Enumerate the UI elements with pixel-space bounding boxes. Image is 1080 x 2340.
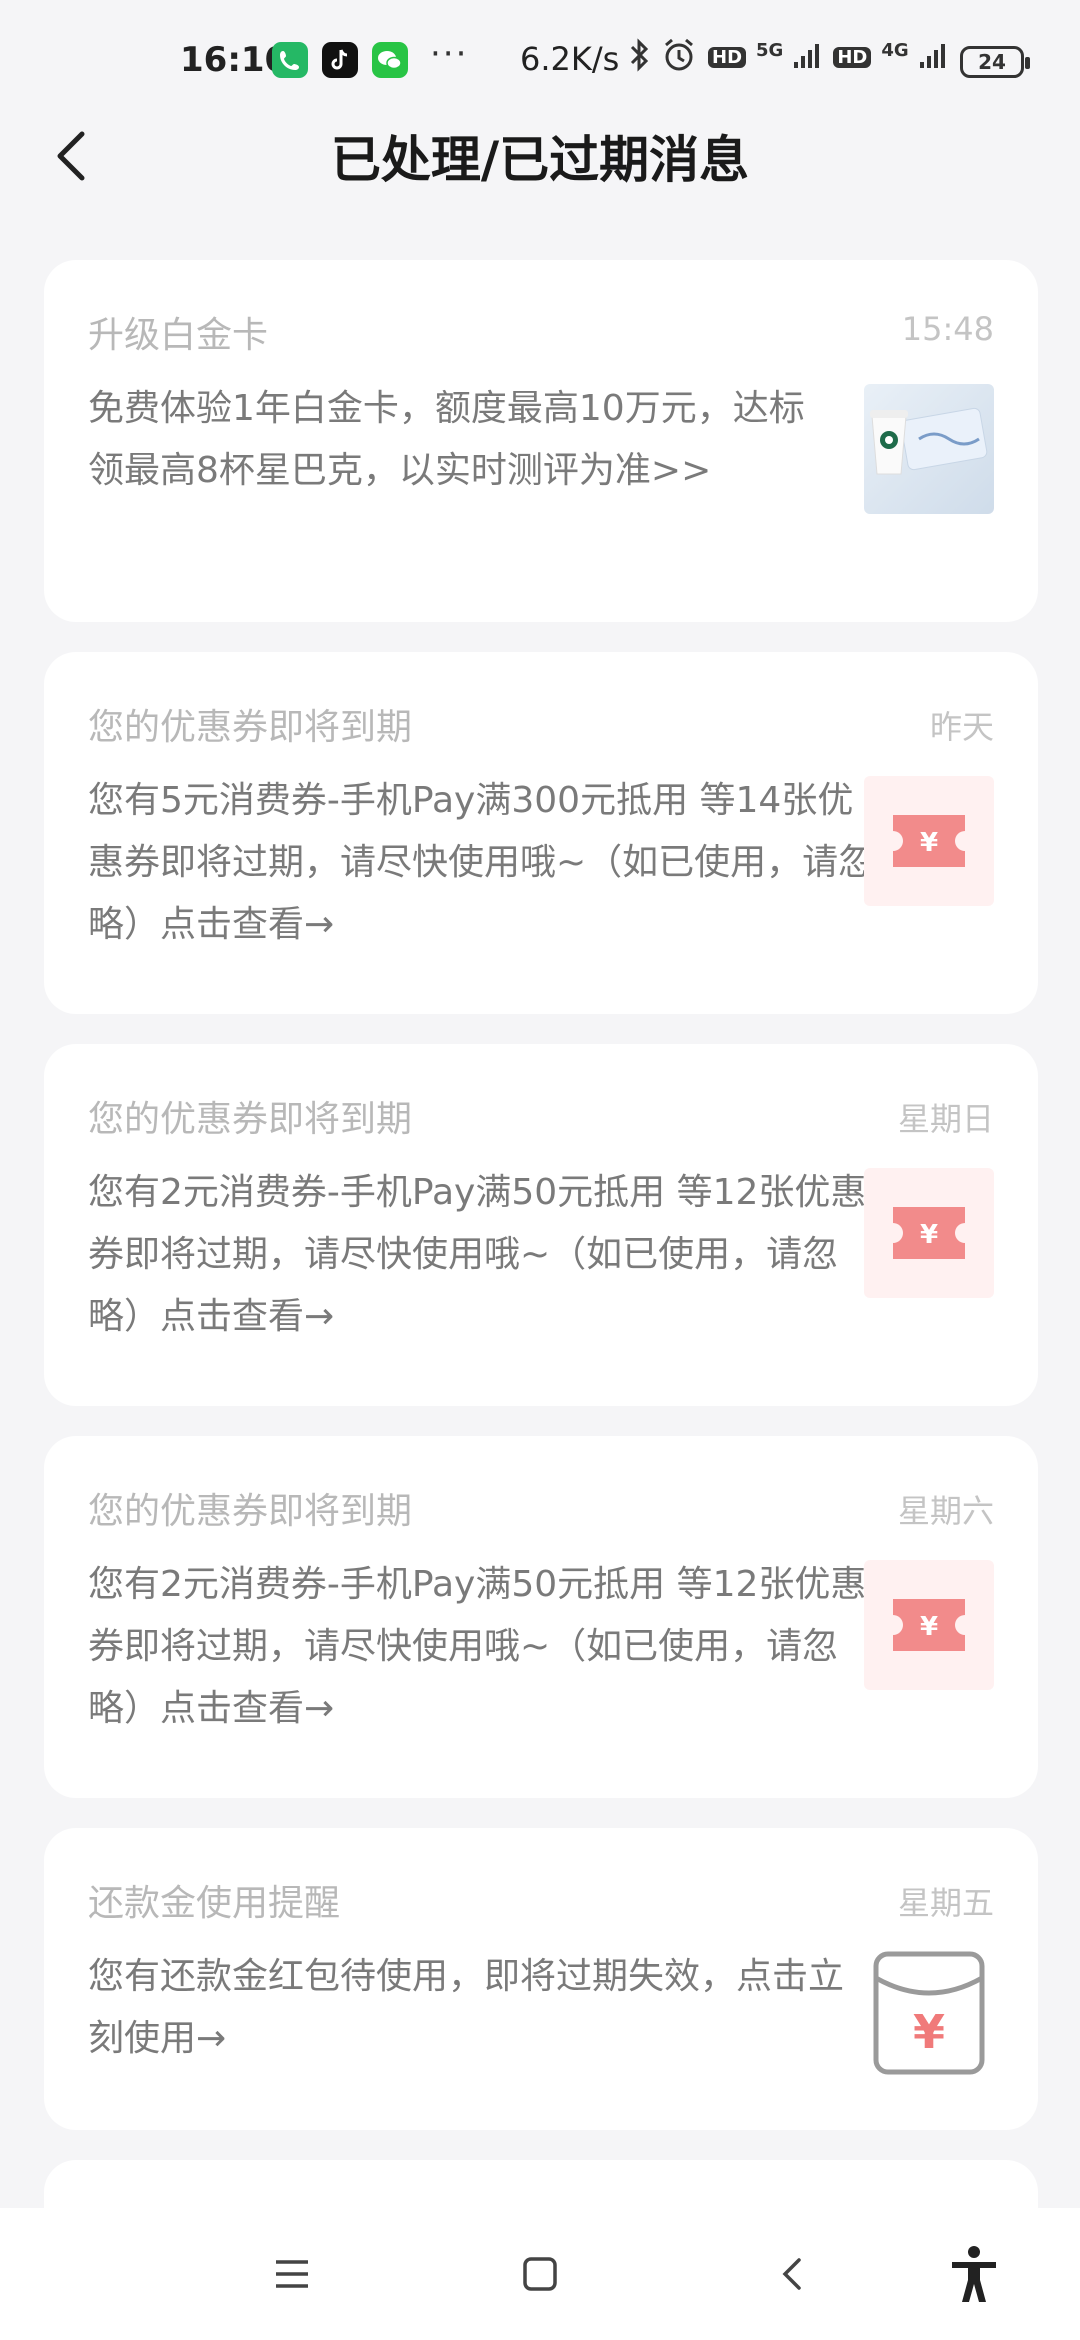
message-body: 您有还款金红包待使用，即将过期失效，点击立刻使用→ (88, 1956, 845, 2059)
network-speed: 6.2K/s (520, 40, 620, 78)
message-card[interactable]: 您的优惠券即将到期 昨天 您有5元消费券-手机Pay满300元抵用 等14张优惠… (44, 652, 1038, 1014)
message-title: 您的优惠券即将到期 (88, 1099, 413, 1140)
navigation-bar (0, 2208, 1080, 2340)
page-title: 已处理/已过期消息 (330, 131, 750, 189)
battery-indicator: 24 (960, 46, 1030, 78)
menu-icon (276, 2260, 308, 2288)
network-type-4g: 4G (881, 39, 909, 61)
message-body: 您有5元消费券-手机Pay满300元抵用 等14张优惠券即将过期，请尽快使用哦~… (88, 780, 875, 945)
message-time: 星期日 (897, 1100, 994, 1138)
hd-badge: HD (708, 46, 747, 68)
svg-text:¥: ¥ (920, 828, 938, 858)
red-envelope-icon: ¥ (864, 1948, 994, 2078)
signal-icon-1 (793, 40, 823, 74)
message-body: 免费体验1年白金卡，额度最高10万元，达标领最高8杯星巴克，以实时测评为准>> (88, 388, 805, 491)
bluetooth-icon (628, 37, 650, 77)
accessibility-icon (952, 2246, 996, 2302)
message-card[interactable]: 您的优惠券即将到期 星期日 您有2元消费券-手机Pay满50元抵用 等12张优惠… (44, 1044, 1038, 1406)
coupon-icon: ¥ (864, 1168, 994, 1298)
starbucks-card-image (864, 384, 994, 514)
home-square-icon (523, 2257, 557, 2291)
more-notifications-dots: ··· (430, 34, 469, 74)
svg-text:¥: ¥ (920, 1612, 938, 1642)
coupon-icon: ¥ (864, 1560, 994, 1690)
message-time: 15:48 (901, 310, 994, 348)
phone-app-icon (272, 42, 308, 78)
message-title: 您的优惠券即将到期 (88, 1491, 413, 1532)
message-card[interactable]: 您的优惠券即将到期 星期六 您有2元消费券-手机Pay满50元抵用 等12张优惠… (44, 1436, 1038, 1798)
header: 已处理/已过期消息 (0, 110, 1080, 200)
tiktok-app-icon (322, 42, 358, 78)
back-triangle-icon (782, 2258, 801, 2290)
status-icons: HD 5G HD 4G (628, 36, 949, 78)
svg-text:¥: ¥ (920, 1220, 938, 1250)
alarm-icon (660, 36, 698, 78)
status-bar: 16:10 ··· 6.2K/s HD 5G HD 4G 24 (0, 0, 1080, 126)
coupon-icon: ¥ (864, 776, 994, 906)
message-title: 您的优惠券即将到期 (88, 707, 413, 748)
message-title: 升级白金卡 (88, 315, 269, 356)
svg-text:¥: ¥ (913, 2005, 945, 2059)
network-type-5g: 5G (756, 39, 784, 61)
wechat-app-icon (372, 42, 408, 78)
hd-badge-2: HD (833, 46, 872, 68)
message-card[interactable]: 还款金使用提醒 星期五 您有还款金红包待使用，即将过期失效，点击立刻使用→ ¥ (44, 1828, 1038, 2130)
nav-back-button[interactable] (760, 2242, 824, 2306)
message-body: 您有2元消费券-手机Pay满50元抵用 等12张优惠券即将过期，请尽快使用哦~（… (88, 1564, 867, 1729)
signal-icon-2 (919, 40, 949, 74)
message-time: 星期六 (897, 1492, 994, 1530)
message-body: 您有2元消费券-手机Pay满50元抵用 等12张优惠券即将过期，请尽快使用哦~（… (88, 1172, 867, 1337)
accessibility-button[interactable] (942, 2242, 1006, 2306)
message-list: 升级白金卡 15:48 免费体验1年白金卡，额度最高10万元，达标领最高8杯星巴… (44, 260, 1038, 2310)
home-button[interactable] (508, 2242, 572, 2306)
message-card[interactable]: 升级白金卡 15:48 免费体验1年白金卡，额度最高10万元，达标领最高8杯星巴… (44, 260, 1038, 622)
menu-button[interactable] (260, 2242, 324, 2306)
message-title: 还款金使用提醒 (88, 1883, 341, 1924)
message-time: 昨天 (929, 708, 994, 746)
message-time: 星期五 (897, 1884, 994, 1922)
